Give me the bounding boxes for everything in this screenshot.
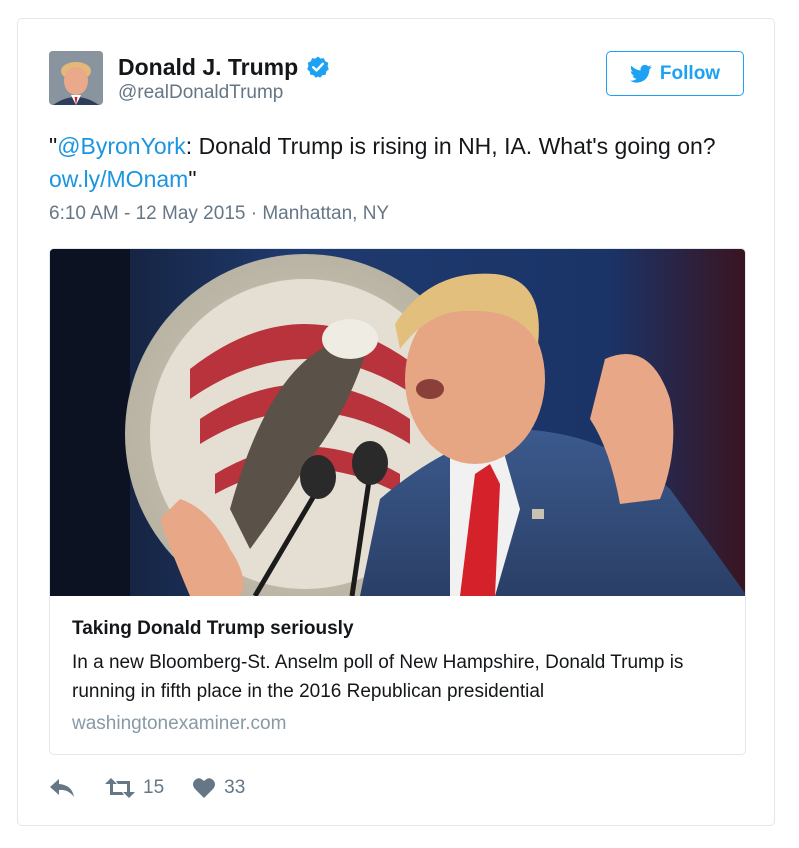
location-link[interactable]: Manhattan, NY: [262, 203, 389, 224]
reply-button[interactable]: [49, 777, 75, 799]
bird-icon: [629, 64, 652, 83]
tweet-text: "@ByronYork: Donald Trump is rising in N…: [49, 130, 739, 196]
card-title[interactable]: Taking Donald Trump seriously: [72, 617, 722, 641]
card-image[interactable]: [50, 249, 746, 596]
follow-button[interactable]: Follow: [606, 51, 744, 96]
timestamp-link[interactable]: 6:10 AM - 12 May 2015: [49, 203, 245, 224]
retweet-count: 15: [143, 777, 165, 798]
card-domain[interactable]: washingtonexaminer.com: [72, 712, 722, 736]
close-quote: ": [188, 166, 197, 192]
heart-icon: [193, 778, 216, 798]
author-block: Donald J. Trump @realDonaldTrump: [118, 53, 330, 105]
display-name[interactable]: Donald J. Trump: [118, 53, 298, 81]
tweet-body: : Donald Trump is rising in NH, IA. What…: [185, 133, 716, 159]
tweet-meta: 6:10 AM - 12 May 2015 · Manhattan, NY: [49, 202, 389, 226]
reply-icon: [50, 779, 74, 797]
card-body: Taking Donald Trump seriously In a new B…: [72, 617, 722, 736]
verified-badge-icon: [307, 56, 329, 78]
retweet-button[interactable]: 15: [75, 777, 164, 799]
card-description: In a new Bloomberg-St. Anselm poll of Ne…: [72, 652, 684, 702]
tweet-card: Donald J. Trump @realDonaldTrump Follow …: [17, 18, 775, 826]
follow-label: Follow: [659, 62, 721, 84]
shortened-link[interactable]: ow.ly/MOnam: [49, 166, 188, 192]
like-count: 33: [224, 777, 246, 798]
meta-separator: ·: [245, 203, 263, 224]
avatar[interactable]: [49, 51, 103, 105]
open-quote: ": [49, 133, 58, 159]
user-handle[interactable]: @realDonaldTrump: [118, 81, 330, 105]
retweet-icon: [105, 778, 135, 798]
avatar-image: [49, 51, 103, 105]
mention-link[interactable]: @ByronYork: [57, 133, 186, 159]
link-card[interactable]: Taking Donald Trump seriously In a new B…: [49, 248, 746, 755]
like-button[interactable]: 33: [164, 777, 245, 799]
action-bar: 15 33: [49, 777, 245, 799]
